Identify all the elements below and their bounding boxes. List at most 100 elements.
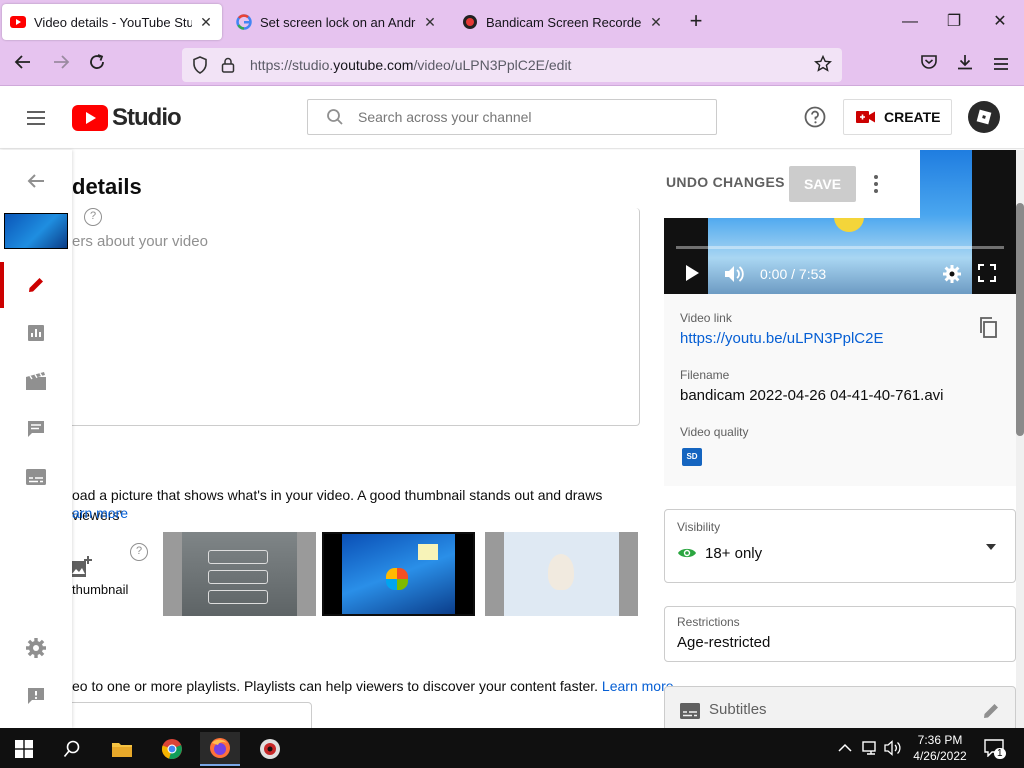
restore-window-icon[interactable]: ❐: [942, 10, 966, 34]
video-link-label: Video link: [680, 311, 732, 325]
description-help-icon[interactable]: ?: [84, 208, 102, 226]
video-time: 0:00 / 7:53: [760, 266, 827, 282]
sd-quality-badge: SD: [682, 448, 702, 466]
create-label: CREATE: [884, 109, 941, 125]
roblox-logo-icon: [976, 109, 992, 125]
settings-gear-icon[interactable]: [24, 636, 48, 660]
studio-header: Studio CREATE: [0, 86, 1024, 149]
video-thumbnail[interactable]: [4, 213, 68, 249]
thumbnail-option-1[interactable]: [163, 532, 316, 616]
video-info-panel: Video link https://youtu.be/uLPN3PplC2E …: [664, 294, 1016, 486]
help-icon[interactable]: [804, 106, 826, 128]
show-hidden-icons[interactable]: [838, 728, 852, 768]
video-progress-bar[interactable]: [676, 246, 1004, 249]
video-quality-label: Video quality: [680, 425, 749, 439]
page-title: details: [72, 174, 142, 199]
video-link[interactable]: https://youtu.be/uLPN3PplC2E: [680, 330, 883, 347]
visibility-dropdown[interactable]: Visibility 18+ only: [664, 509, 1016, 583]
browser-nav-bar: https://studio.youtube.com/video/uLPN3Pp…: [0, 44, 1024, 86]
feedback-icon[interactable]: [24, 684, 48, 708]
close-tab-icon[interactable]: ✕: [198, 14, 214, 31]
copy-icon[interactable]: [978, 316, 998, 343]
search-input[interactable]: [358, 109, 688, 125]
thumbnail-help-icon[interactable]: ?: [130, 543, 148, 561]
more-options-icon[interactable]: [866, 172, 886, 196]
active-indicator: [0, 262, 4, 308]
add-photo-icon: [72, 555, 92, 584]
player-settings-icon[interactable]: [942, 264, 962, 284]
fullscreen-icon[interactable]: [978, 264, 996, 282]
browser-tab-bar: Video details - YouTube Studio ✕ Set scr…: [0, 0, 1024, 44]
network-icon[interactable]: [862, 728, 880, 768]
youtube-logo-icon: [72, 105, 108, 131]
volume-tray-icon[interactable]: [884, 728, 902, 768]
thumbnail-option-2-selected[interactable]: [322, 532, 475, 616]
close-tab-icon[interactable]: ✕: [422, 14, 438, 31]
chevron-up-icon: [838, 743, 852, 752]
subtitles-icon[interactable]: [24, 465, 48, 489]
new-tab-button[interactable]: +: [684, 10, 708, 34]
restrictions-field[interactable]: Restrictions Age-restricted: [664, 606, 1016, 662]
bandicam-taskbar-icon[interactable]: [250, 732, 290, 766]
play-icon[interactable]: [684, 264, 700, 282]
chrome-icon[interactable]: [152, 732, 192, 766]
back-to-content-icon[interactable]: [24, 169, 48, 193]
volume-icon[interactable]: [724, 264, 746, 284]
firefox-icon[interactable]: [200, 732, 240, 766]
page-scrollbar-thumb[interactable]: [1016, 203, 1024, 436]
tab-android-screen-lock[interactable]: Set screen lock on an Android d ✕: [228, 4, 446, 40]
edit-details-icon[interactable]: [24, 273, 48, 297]
taskbar-clock[interactable]: 7:36 PM 4/26/2022: [904, 732, 976, 764]
edit-pencil-icon[interactable]: [981, 701, 1001, 721]
description-placeholder: ers about your video: [72, 233, 208, 250]
bookmark-star-icon[interactable]: [814, 54, 832, 78]
channel-search-box[interactable]: [307, 99, 717, 135]
tab-bandicam[interactable]: Bandicam Screen Recorder Dow ✕: [454, 4, 672, 40]
bandicam-favicon-icon: [462, 14, 478, 30]
reload-icon[interactable]: [84, 52, 110, 78]
upload-thumbnail-label: thumbnail: [72, 582, 129, 597]
video-details-main: details UNDO CHANGES SAVE ? ers about yo…: [72, 150, 1024, 728]
menu-icon[interactable]: [988, 52, 1014, 78]
action-center-icon[interactable]: 1: [984, 728, 1006, 768]
filename-value: bandicam 2022-04-26 04-41-40-761.avi: [680, 387, 944, 404]
tab-title: Bandicam Screen Recorder Dow: [486, 14, 642, 30]
studio-logo[interactable]: Studio: [72, 104, 182, 132]
pocket-icon[interactable]: [916, 52, 942, 78]
playlist-dropdown[interactable]: [72, 702, 312, 728]
google-favicon-icon: [236, 14, 252, 30]
minimize-icon[interactable]: —: [898, 10, 922, 34]
editor-icon[interactable]: [24, 369, 48, 393]
windows-start-icon[interactable]: [4, 732, 44, 766]
back-icon[interactable]: [10, 52, 36, 78]
clock-time: 7:36 PM: [917, 733, 963, 747]
taskbar-search-icon[interactable]: [52, 732, 92, 766]
filename-label: Filename: [680, 368, 730, 382]
playlist-learn-more-link[interactable]: Learn more: [602, 678, 674, 694]
undo-changes-button[interactable]: UNDO CHANGES: [666, 174, 785, 190]
tracking-protection-icon[interactable]: [190, 55, 210, 75]
thumbnail-option-3[interactable]: [485, 532, 638, 616]
thumbnail-learn-more-link[interactable]: arn more: [72, 505, 128, 521]
save-button[interactable]: SAVE: [789, 166, 856, 202]
close-tab-icon[interactable]: ✕: [648, 14, 664, 31]
close-window-icon[interactable]: ✕: [988, 10, 1012, 34]
address-bar[interactable]: https://studio.youtube.com/video/uLPN3Pp…: [182, 48, 842, 82]
forward-icon[interactable]: [48, 52, 74, 78]
analytics-icon[interactable]: [24, 321, 48, 345]
downloads-icon[interactable]: [952, 52, 978, 78]
video-camera-icon: [856, 111, 875, 123]
hamburger-menu-icon[interactable]: [24, 106, 48, 130]
tab-video-details[interactable]: Video details - YouTube Studio ✕: [2, 4, 222, 40]
visibility-value: 18+ only: [705, 545, 763, 562]
clock-date: 4/26/2022: [913, 749, 967, 763]
comments-icon[interactable]: [24, 417, 48, 441]
account-avatar[interactable]: [968, 101, 1000, 133]
windows-taskbar: 7:36 PM 4/26/2022 1: [0, 728, 1024, 768]
search-icon: [327, 109, 343, 125]
create-button[interactable]: CREATE: [843, 99, 952, 135]
subtitles-icon: [680, 703, 700, 719]
subtitles-section[interactable]: Subtitles: [664, 686, 1016, 728]
file-explorer-icon[interactable]: [102, 732, 142, 766]
lock-icon[interactable]: [218, 55, 238, 75]
